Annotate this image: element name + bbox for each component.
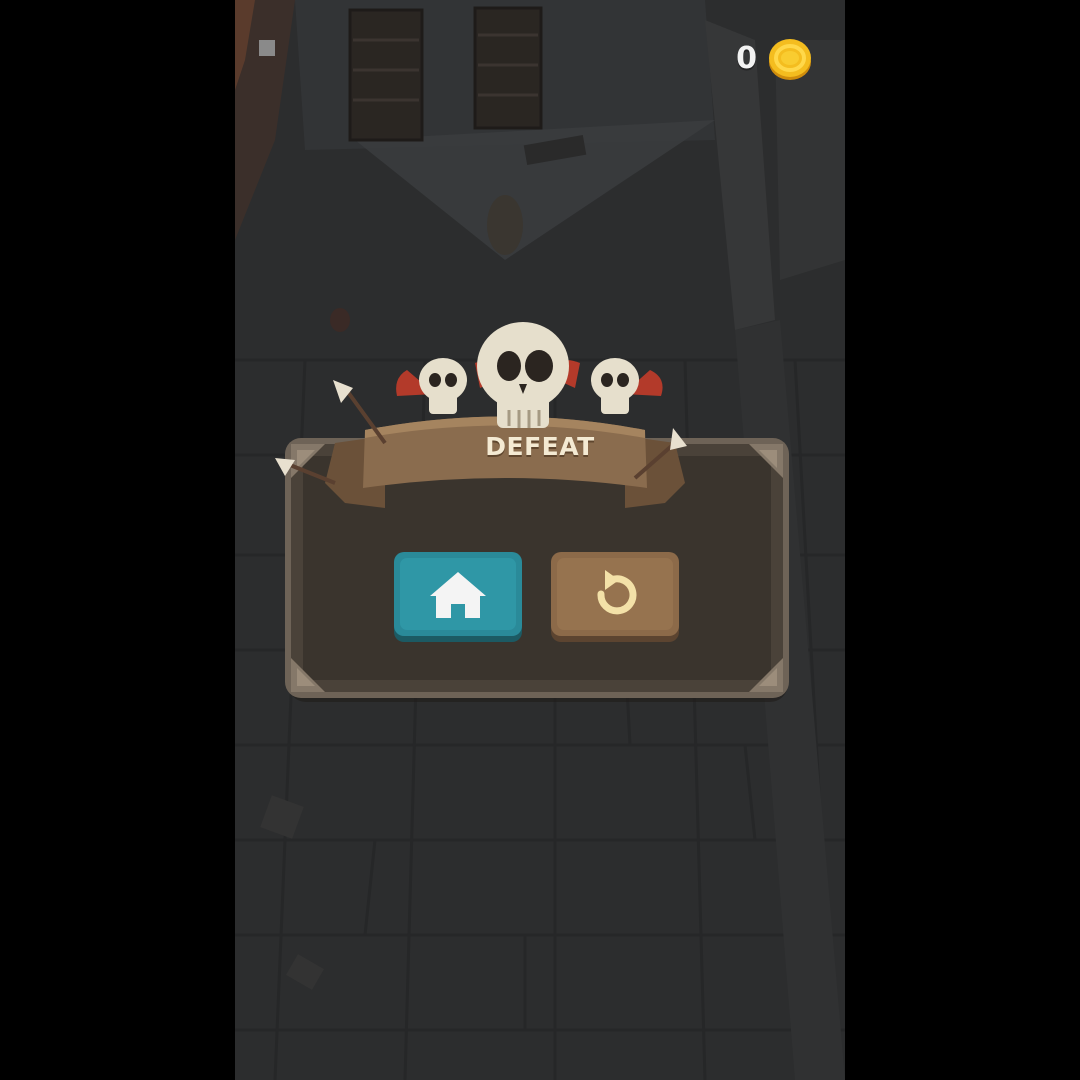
home-button[interactable] xyxy=(392,550,524,644)
defeat-title: DEFEAT xyxy=(485,432,595,461)
game-viewport: 0 DEFEAT xyxy=(235,0,845,1080)
gold-coin-icon xyxy=(769,39,811,80)
coin-counter: 0 xyxy=(736,36,813,82)
retry-button[interactable] xyxy=(549,550,681,644)
defeat-banner xyxy=(275,322,687,508)
coin-count: 0 xyxy=(736,41,757,76)
